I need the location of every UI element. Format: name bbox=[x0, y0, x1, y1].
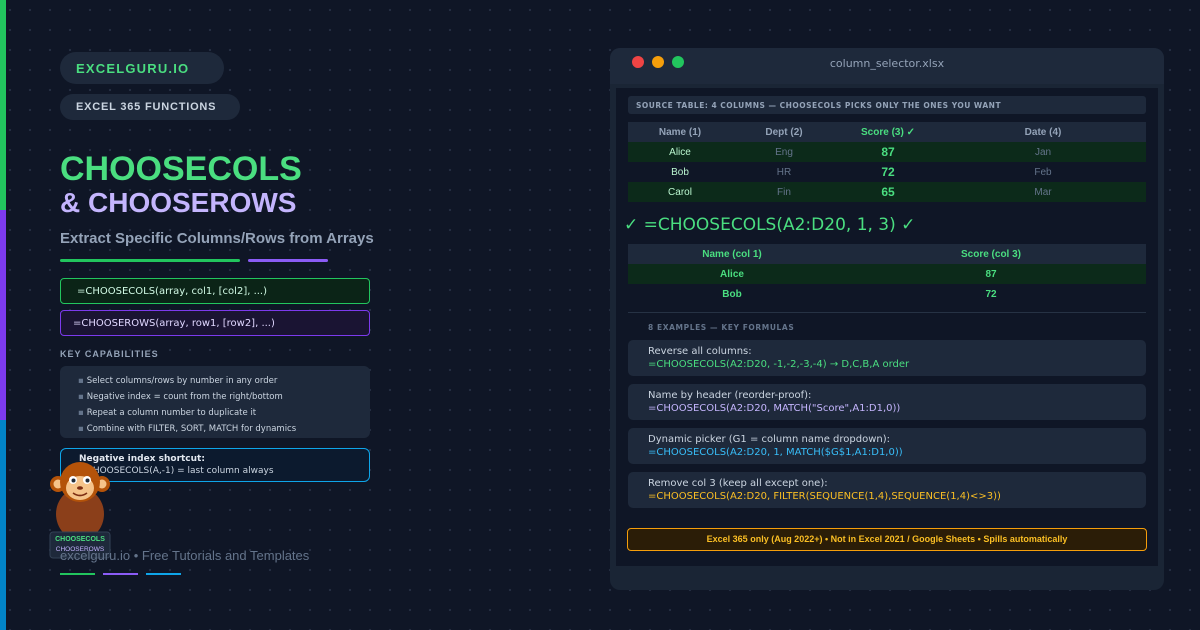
table-row: Carol Fin 65 Mar bbox=[628, 182, 1146, 202]
table-cell[interactable]: 72 bbox=[836, 162, 940, 182]
table-cell[interactable]: Alice bbox=[628, 264, 836, 284]
underline-purple bbox=[248, 259, 328, 262]
main-formula: ✓ =CHOOSECOLS(A2:D20, 1, 3) ✓ bbox=[624, 215, 916, 235]
sheet-area: SOURCE TABLE: 4 COLUMNS — CHOOSECOLS PIC… bbox=[616, 88, 1158, 566]
table-cell[interactable]: Bob bbox=[628, 162, 732, 182]
chooserows-syntax: =CHOOSEROWS(array, row1, [row2], ...) bbox=[60, 310, 370, 336]
capabilities-list: ▪ Select columns/rows by number in any or… bbox=[60, 366, 370, 438]
table-cell[interactable]: 65 bbox=[836, 182, 940, 202]
column-header[interactable]: Dept (2) bbox=[732, 122, 836, 142]
source-table-label: SOURCE TABLE: 4 COLUMNS — CHOOSECOLS PIC… bbox=[628, 96, 1146, 114]
accent-bar-blue bbox=[0, 420, 6, 630]
category-tag: EXCEL 365 FUNCTIONS bbox=[60, 94, 240, 120]
capability-item: ▪ Combine with FILTER, SORT, MATCH for dy… bbox=[78, 424, 297, 434]
result-header-row: Name (col 1) Score (col 3) bbox=[628, 244, 1146, 264]
window-title: column_selector.xlsx bbox=[829, 57, 945, 70]
tip-title: Negative index shortcut: bbox=[79, 454, 205, 464]
example-card: Dynamic picker (G1 = column name dropdow… bbox=[628, 428, 1146, 464]
example-formula: =CHOOSECOLS(A2:D20, MATCH("Score",A1:D1,… bbox=[648, 403, 901, 414]
footer-text: excelguru.io • Free Tutorials and Templa… bbox=[60, 548, 310, 563]
example-formula: =CHOOSECOLS(A2:D20, -1,-2,-3,-4) → D,C,B… bbox=[648, 359, 910, 370]
example-card: Reverse all columns: =CHOOSECOLS(A2:D20,… bbox=[628, 340, 1146, 376]
check-icon: ▪ bbox=[78, 408, 84, 418]
table-cell[interactable]: 72 bbox=[836, 284, 1146, 304]
table-cell[interactable]: 87 bbox=[836, 264, 1146, 284]
footer-line-blue bbox=[146, 573, 181, 575]
column-header[interactable]: Date (4) bbox=[940, 122, 1146, 142]
footer-line-purple bbox=[103, 573, 138, 575]
brand-pill: EXCELGURU.IO bbox=[60, 52, 224, 84]
footer-line-green bbox=[60, 573, 95, 575]
example-card: Name by header (reorder-proof): =CHOOSEC… bbox=[628, 384, 1146, 420]
underline-green bbox=[60, 259, 240, 262]
capability-item: ▪ Negative index = count from the right/b… bbox=[78, 392, 283, 402]
page-title: CHOOSECOLS bbox=[60, 150, 302, 188]
table-cell[interactable]: Fin bbox=[732, 182, 836, 202]
column-header[interactable]: Name (col 1) bbox=[628, 244, 836, 264]
table-cell[interactable]: Mar bbox=[940, 182, 1146, 202]
example-description: Reverse all columns: bbox=[648, 346, 752, 357]
example-description: Remove col 3 (keep all except one): bbox=[648, 478, 828, 489]
table-cell[interactable]: Bob bbox=[628, 284, 836, 304]
column-header[interactable]: Score (col 3) bbox=[836, 244, 1146, 264]
table-row: Bob 72 bbox=[628, 284, 1146, 304]
table-cell[interactable]: Alice bbox=[628, 142, 732, 162]
source-header-row: Name (1) Dept (2) Score (3) ✓ Date (4) bbox=[628, 122, 1146, 142]
table-cell[interactable]: HR bbox=[732, 162, 836, 182]
result-table: Name (col 1) Score (col 3) Alice 87 Bob … bbox=[628, 244, 1146, 304]
tip-text: =CHOOSECOLS(A,-1) = last column always bbox=[79, 466, 274, 476]
table-cell[interactable]: Eng bbox=[732, 142, 836, 162]
table-cell[interactable]: Carol bbox=[628, 182, 732, 202]
window-titlebar: column_selector.xlsx bbox=[610, 48, 1164, 84]
page-subtitle: Extract Specific Columns/Rows from Array… bbox=[60, 230, 374, 247]
example-card: Remove col 3 (keep all except one): =CHO… bbox=[628, 472, 1146, 508]
check-icon: ▪ bbox=[78, 392, 84, 402]
table-cell[interactable]: Jan bbox=[940, 142, 1146, 162]
accent-bar-purple bbox=[0, 210, 6, 420]
column-header[interactable]: Name (1) bbox=[628, 122, 732, 142]
monkey-mascot-icon: CHOOSECOLS CHOOSEROWS bbox=[48, 458, 112, 560]
table-cell[interactable]: 87 bbox=[836, 142, 940, 162]
divider bbox=[628, 312, 1146, 313]
capabilities-heading: KEY CAPABILITIES bbox=[60, 349, 159, 359]
table-row: Bob HR 72 Feb bbox=[628, 162, 1146, 182]
compatibility-warning: Excel 365 only (Aug 2022+) • Not in Exce… bbox=[627, 528, 1147, 551]
page-title-secondary: & CHOOSEROWS bbox=[60, 187, 297, 218]
column-header[interactable]: Score (3) ✓ bbox=[836, 122, 940, 142]
choosecols-syntax: =CHOOSECOLS(array, col1, [col2], ...) bbox=[60, 278, 370, 304]
example-description: Dynamic picker (G1 = column name dropdow… bbox=[648, 434, 891, 445]
check-icon: ▪ bbox=[78, 376, 84, 386]
mascot-sign-line1: CHOOSECOLS bbox=[55, 536, 105, 543]
table-row: Alice 87 bbox=[628, 264, 1146, 284]
source-table: Name (1) Dept (2) Score (3) ✓ Date (4) A… bbox=[628, 122, 1146, 202]
accent-bar-green bbox=[0, 0, 6, 210]
example-formula: =CHOOSECOLS(A2:D20, FILTER(SEQUENCE(1,4)… bbox=[648, 491, 1001, 502]
table-cell[interactable]: Feb bbox=[940, 162, 1146, 182]
spreadsheet-window: column_selector.xlsx SOURCE TABLE: 4 COL… bbox=[610, 48, 1164, 590]
capability-item: ▪ Repeat a column number to duplicate it bbox=[78, 408, 257, 418]
table-row: Alice Eng 87 Jan bbox=[628, 142, 1146, 162]
example-formula: =CHOOSECOLS(A2:D20, 1, MATCH($G$1,A1:D1,… bbox=[648, 447, 903, 458]
example-description: Name by header (reorder-proof): bbox=[648, 390, 812, 401]
examples-heading: 8 EXAMPLES — KEY FORMULAS bbox=[648, 323, 795, 332]
check-icon: ▪ bbox=[78, 424, 84, 434]
capability-item: ▪ Select columns/rows by number in any or… bbox=[78, 376, 278, 386]
